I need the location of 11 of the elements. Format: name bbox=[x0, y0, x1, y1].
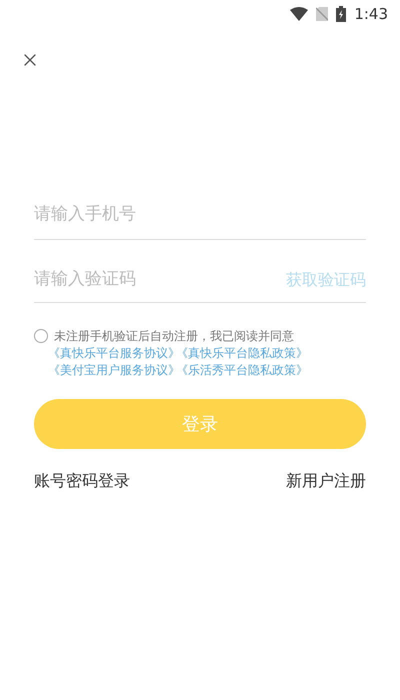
agreement-text: 未注册手机验证后自动注册，我已阅读并同意 bbox=[54, 328, 295, 345]
phone-field[interactable]: 请输入手机号 bbox=[34, 202, 366, 228]
agreement-checkbox[interactable] bbox=[34, 329, 48, 343]
footer-link[interactable]: 账号密码登录 bbox=[34, 469, 130, 493]
status-time: 1:43 bbox=[354, 4, 388, 25]
battery-icon bbox=[336, 6, 346, 22]
code-field[interactable]: 请输入验证码 bbox=[34, 266, 278, 292]
wifi-icon bbox=[290, 7, 308, 21]
no-sim-icon bbox=[316, 7, 328, 21]
footer-link[interactable]: 新用户注册 bbox=[286, 469, 366, 493]
login-button[interactable]: 登录 bbox=[34, 399, 366, 449]
